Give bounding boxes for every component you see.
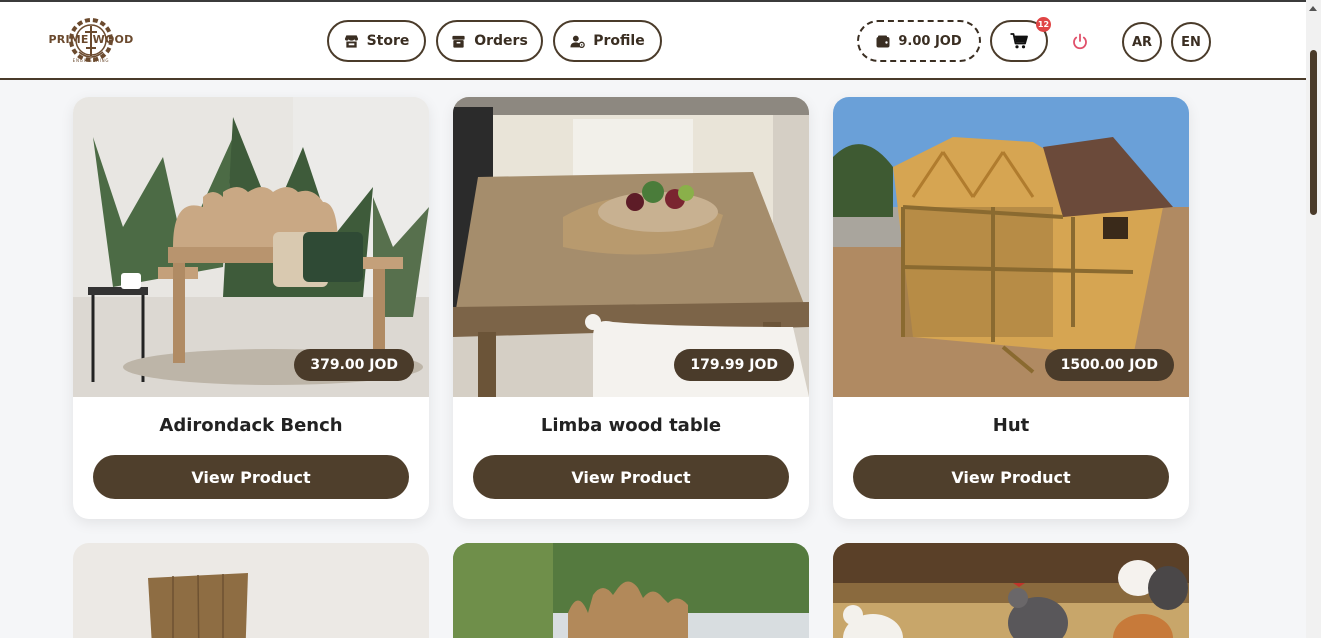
wallet-amount: 9.00 JOD (898, 33, 962, 49)
orders-label: Orders (474, 33, 528, 49)
orders-button[interactable]: Orders (436, 20, 543, 62)
product-image-table[interactable]: 179.99 JOD (453, 97, 809, 397)
product-image-chair-garden[interactable] (453, 543, 809, 638)
scroll-up-arrow-icon[interactable] (1309, 6, 1317, 11)
product-name: Limba wood table (540, 415, 722, 436)
site-header: PRIME WOOD ENGINEERING Store Orders Prof… (0, 2, 1306, 80)
cart-count-badge: 12 (1036, 17, 1051, 32)
product-image-chair[interactable] (73, 543, 429, 638)
product-card: 179.99 JOD Limba wood table View Product (453, 97, 809, 519)
profile-label: Profile (593, 33, 645, 49)
brand-name: PRIME WOOD (48, 33, 134, 46)
product-name: Adirondack Bench (159, 415, 343, 436)
product-image-bench[interactable]: 379.00 JOD (73, 97, 429, 397)
store-label: Store (366, 33, 410, 49)
cart-icon (1010, 33, 1028, 49)
brand-logo[interactable]: PRIME WOOD ENGINEERING (48, 12, 134, 70)
profile-button[interactable]: Profile (553, 20, 662, 62)
view-product-button[interactable]: View Product (473, 455, 789, 499)
wallet-icon (876, 35, 890, 47)
language-en-button[interactable]: EN (1171, 22, 1211, 62)
view-product-button[interactable]: View Product (93, 455, 409, 499)
logout-button[interactable] (1070, 32, 1090, 52)
product-card: 379.00 JOD Adirondack Bench View Product (73, 97, 429, 519)
product-image-hut[interactable]: 1500.00 JOD (833, 97, 1189, 397)
store-icon (344, 34, 358, 48)
brand-tagline: ENGINEERING (72, 58, 110, 63)
product-card: 1500.00 JOD Hut View Product (833, 97, 1189, 519)
price-tag: 1500.00 JOD (1044, 349, 1174, 381)
page-scrollbar[interactable] (1306, 0, 1321, 638)
wallet-balance[interactable]: 9.00 JOD (857, 20, 981, 62)
product-image-chickens[interactable] (833, 543, 1189, 638)
language-ar-button[interactable]: AR (1122, 22, 1162, 62)
product-name: Hut (992, 415, 1030, 436)
orders-icon (452, 35, 465, 48)
price-tag: 379.00 JOD (294, 349, 414, 381)
power-icon (1073, 33, 1087, 50)
scroll-thumb[interactable] (1310, 50, 1317, 215)
view-product-button[interactable]: View Product (853, 455, 1169, 499)
store-button[interactable]: Store (327, 20, 426, 62)
price-tag: 179.99 JOD (674, 349, 794, 381)
profile-icon (570, 35, 586, 48)
